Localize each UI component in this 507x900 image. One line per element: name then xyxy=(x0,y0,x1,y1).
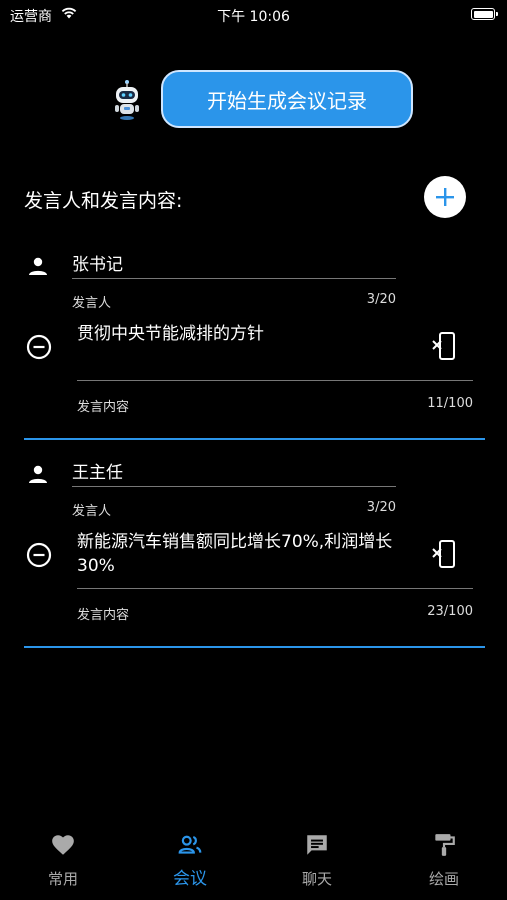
speaker-char-count: 3/20 xyxy=(366,500,396,515)
heart-icon xyxy=(52,835,74,855)
remove-entry-icon[interactable] xyxy=(26,334,52,360)
add-entry-button[interactable] xyxy=(424,176,466,218)
tab-label: 聊天 xyxy=(301,870,332,888)
speaker-underline xyxy=(72,486,396,487)
tab-label: 会议 xyxy=(173,869,207,889)
content-underline xyxy=(77,588,473,589)
tab-paint[interactable]: 绘画 xyxy=(381,822,507,900)
battery-icon xyxy=(471,8,498,20)
clear-text-icon[interactable] xyxy=(430,538,458,570)
speaker-name-input[interactable]: 张书记 xyxy=(72,250,396,280)
speaker-underline xyxy=(72,278,396,279)
paint-roller-icon xyxy=(435,834,455,856)
robot-icon xyxy=(115,80,139,120)
section-title: 发言人和发言内容: xyxy=(24,190,183,212)
tab-meeting[interactable]: 会议 xyxy=(127,822,253,900)
content-helper-text: 发言内容 xyxy=(77,400,130,415)
clear-text-icon[interactable] xyxy=(430,330,458,362)
speaker-char-count: 3/20 xyxy=(366,292,396,307)
speaker-entry: 张书记 发言人 3/20 贯彻中央节能减排的方针 发言内容 11/100 xyxy=(0,244,507,454)
tab-label: 常用 xyxy=(47,870,78,888)
speaker-helper-text: 发言人 xyxy=(72,504,112,519)
content-char-count: 11/100 xyxy=(427,396,473,411)
speech-content-input[interactable]: 新能源汽车销售额同比增长70%,利润增长30% xyxy=(77,530,417,578)
content-helper-text: 发言内容 xyxy=(77,608,130,623)
speaker-entry: 王主任 发言人 3/20 新能源汽车销售额同比增长70%,利润增长30% 发言内… xyxy=(0,452,507,662)
tab-label: 绘画 xyxy=(428,870,459,888)
people-icon xyxy=(178,835,202,854)
generate-minutes-button[interactable]: 开始生成会议记录 xyxy=(161,70,413,128)
speech-content-input[interactable]: 贯彻中央节能减排的方针 xyxy=(77,322,417,346)
bottom-tab-bar: 常用 会议 聊天 绘画 xyxy=(0,822,507,900)
entry-divider xyxy=(24,646,485,648)
plus-icon xyxy=(436,188,454,206)
status-bar: 运营商 下午 10:06 xyxy=(0,0,507,30)
content-char-count: 23/100 xyxy=(427,604,473,619)
speaker-helper-text: 发言人 xyxy=(72,296,112,311)
content-underline xyxy=(77,380,473,381)
person-icon xyxy=(29,257,47,275)
remove-entry-icon[interactable] xyxy=(26,542,52,568)
chat-icon xyxy=(307,835,327,855)
speaker-name-input[interactable]: 王主任 xyxy=(72,458,396,488)
tab-common[interactable]: 常用 xyxy=(0,822,126,900)
clock: 下午 10:06 xyxy=(217,9,290,25)
entry-divider xyxy=(24,438,485,440)
tab-chat[interactable]: 聊天 xyxy=(254,822,380,900)
person-icon xyxy=(29,465,47,483)
